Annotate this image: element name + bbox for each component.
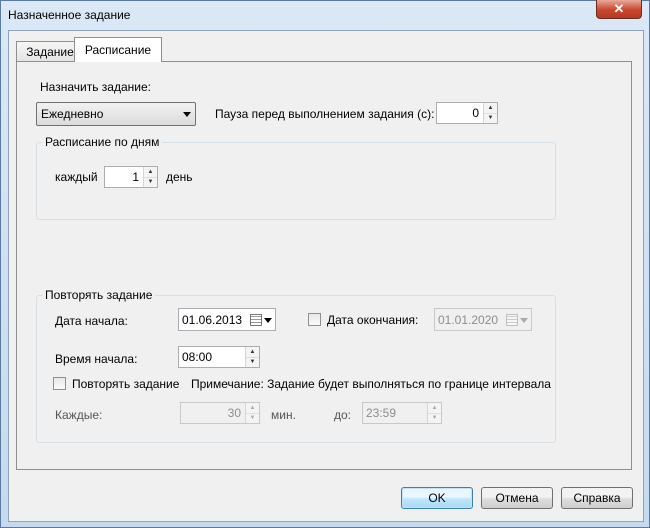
ok-button[interactable]: OK: [401, 487, 473, 509]
calendar-icon: [506, 314, 518, 326]
start-date-picker[interactable]: 01.06.2013: [178, 308, 276, 331]
spin-up-icon[interactable]: ▲: [144, 167, 157, 178]
start-date-label: Дата начала:: [55, 314, 128, 328]
until-time-spin: ▲ ▼: [427, 403, 441, 423]
start-time-value: 08:00: [182, 350, 213, 364]
spin-up-icon[interactable]: ▲: [484, 103, 497, 114]
every-minutes-spin: ▲ ▼: [245, 403, 259, 423]
spin-up-icon[interactable]: ▲: [246, 347, 259, 358]
spin-down-icon[interactable]: ▼: [144, 178, 157, 188]
spin-down-icon[interactable]: ▼: [246, 358, 259, 368]
every-minutes-value: 30: [227, 406, 241, 420]
repeat-task-checkbox[interactable]: [53, 377, 66, 390]
until-time-stepper[interactable]: 23:59 ▲ ▼: [362, 402, 442, 424]
start-date-value: 01.06.2013: [182, 313, 243, 327]
until-time-value: 23:59: [366, 406, 397, 420]
by-days-title: Расписание по дням: [42, 135, 163, 149]
spin-up-icon: ▲: [428, 403, 441, 414]
chevron-down-icon[interactable]: [264, 318, 272, 323]
every-day-label: каждый: [55, 170, 98, 184]
until-label: до:: [334, 408, 352, 422]
pause-stepper[interactable]: 0 ▲ ▼: [436, 102, 498, 124]
repeat-task-label: Повторять задание: [72, 377, 180, 391]
end-date-picker[interactable]: 01.01.2020: [434, 308, 532, 331]
day-unit-label: день: [166, 170, 193, 184]
pause-spin[interactable]: ▲ ▼: [483, 103, 497, 123]
start-time-stepper[interactable]: 08:00 ▲ ▼: [178, 346, 260, 368]
end-date-value: 01.01.2020: [438, 313, 499, 327]
pause-label: Пауза перед выполнением задания (с):: [215, 107, 435, 121]
spin-up-icon: ▲: [246, 403, 259, 414]
frequency-value: Ежедневно: [41, 107, 104, 121]
chevron-down-icon: [183, 112, 191, 117]
every-minutes-label: Каждые:: [55, 408, 103, 422]
end-date-checkbox[interactable]: [308, 313, 321, 326]
spin-down-icon: ▼: [431, 415, 438, 422]
minutes-unit-label: мин.: [271, 408, 296, 422]
every-day-stepper[interactable]: 1 ▲ ▼: [104, 166, 158, 188]
every-minutes-stepper[interactable]: 30 ▲ ▼: [180, 402, 260, 424]
help-button[interactable]: Справка: [561, 487, 633, 509]
assign-task-label: Назначить задание:: [40, 80, 151, 94]
calendar-icon[interactable]: [250, 314, 262, 326]
spin-down-icon[interactable]: ▼: [484, 114, 497, 124]
start-time-label: Время начала:: [55, 352, 138, 366]
every-day-value: 1: [132, 170, 139, 184]
every-day-spin[interactable]: ▲ ▼: [143, 167, 157, 187]
frequency-select[interactable]: Ежедневно: [36, 102, 196, 126]
interval-note: Примечание: Задание будет выполняться по…: [191, 377, 551, 391]
tab-schedule[interactable]: Расписание: [74, 37, 162, 62]
pause-value: 0: [472, 106, 479, 120]
end-date-label: Дата окончания:: [327, 313, 419, 327]
spin-down-icon: ▼: [249, 415, 256, 422]
window-title: Назначенное задание: [8, 8, 131, 22]
repeat-group-title: Повторять задание: [42, 288, 156, 302]
cancel-button[interactable]: Отмена: [481, 487, 553, 509]
start-time-spin[interactable]: ▲ ▼: [245, 347, 259, 367]
chevron-down-icon: [520, 318, 528, 323]
close-button[interactable]: ✕: [596, 0, 642, 19]
